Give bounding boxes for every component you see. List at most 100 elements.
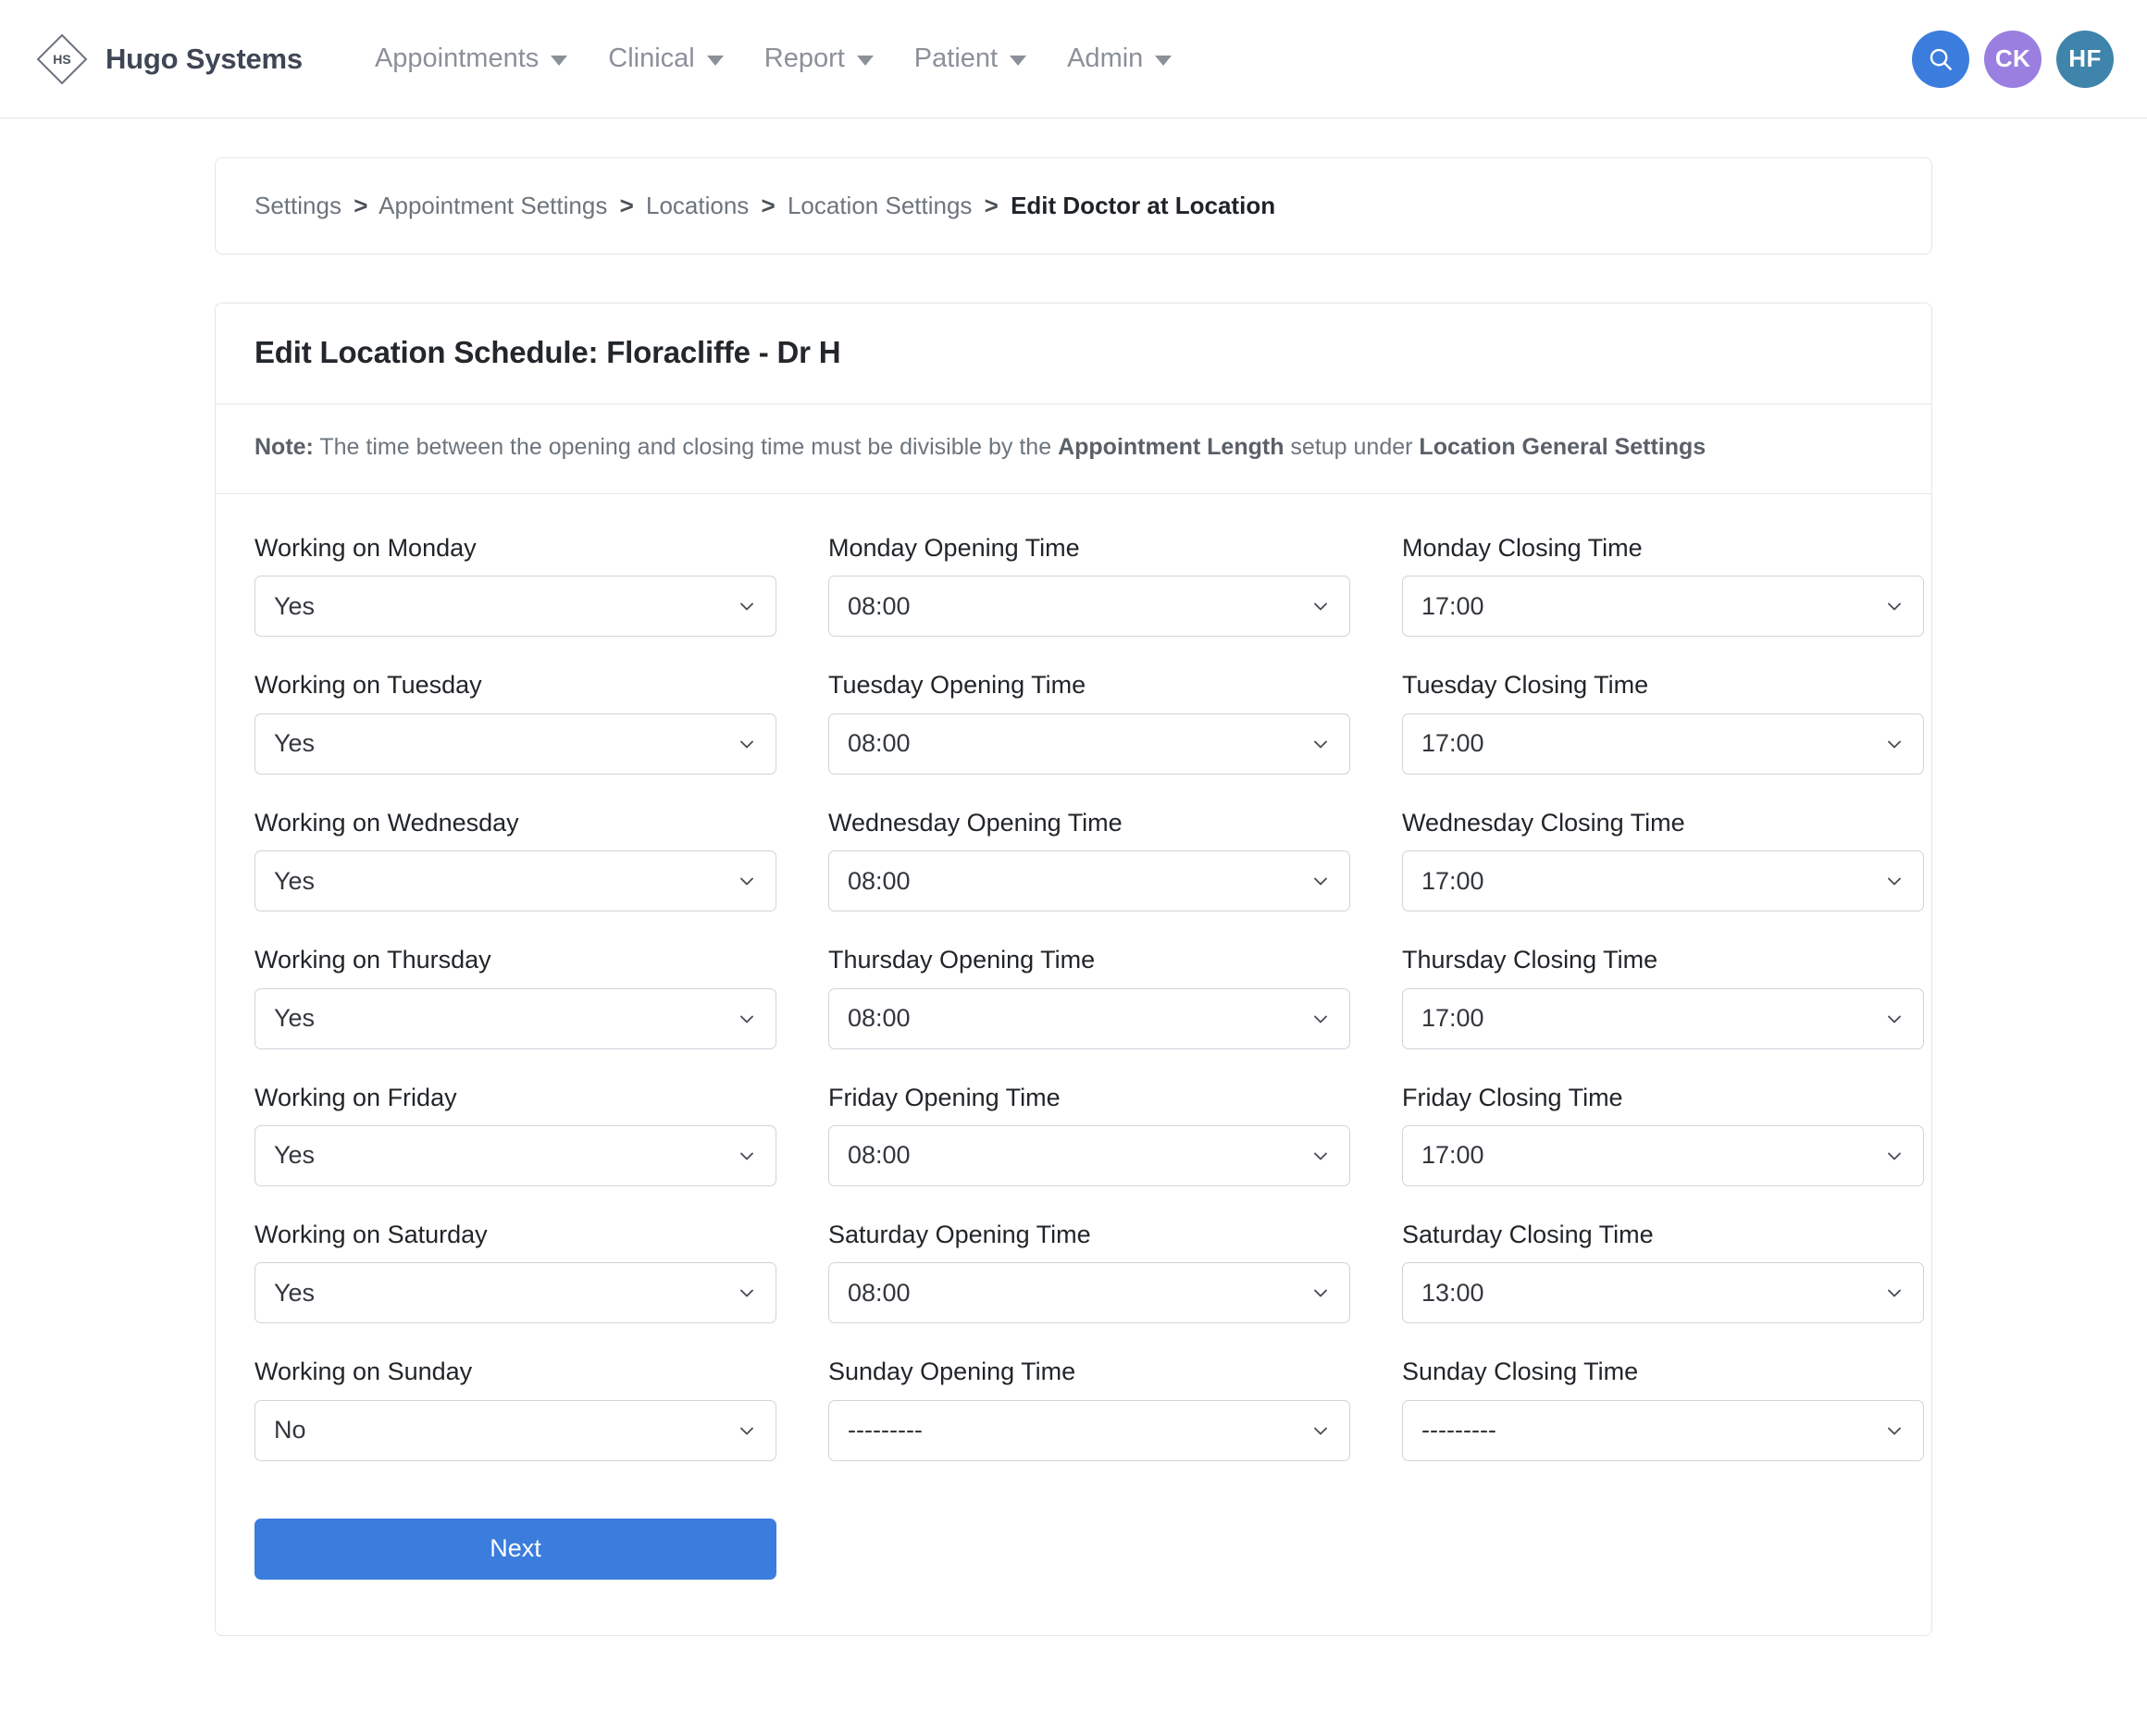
select-thursday-closing-time[interactable]: 17:00 <box>1402 988 1924 1049</box>
nav-item-report[interactable]: Report <box>744 34 894 83</box>
breadcrumb-card: Settings > Appointment Settings > Locati… <box>215 157 1932 254</box>
select-value: 17:00 <box>1421 594 1484 619</box>
field-label: Working on Monday <box>254 533 776 563</box>
chevron-down-icon <box>1884 1420 1905 1441</box>
field-working-on-saturday: Working on Saturday Yes <box>254 1220 776 1323</box>
field-label: Working on Saturday <box>254 1220 776 1249</box>
field-label: Wednesday Opening Time <box>828 808 1350 837</box>
select-value: Yes <box>274 1281 315 1306</box>
select-saturday-opening-time[interactable]: 08:00 <box>828 1262 1350 1323</box>
field-tuesday-closing-time: Tuesday Closing Time 17:00 <box>1402 670 1924 774</box>
field-label: Monday Closing Time <box>1402 533 1924 563</box>
breadcrumb-separator: > <box>354 192 367 219</box>
chevron-down-icon <box>737 734 757 754</box>
select-tuesday-opening-time[interactable]: 08:00 <box>828 713 1350 775</box>
nav-item-label: Admin <box>1067 43 1143 74</box>
avatar-hf[interactable]: HF <box>2056 31 2114 88</box>
chevron-down-icon <box>1310 734 1331 754</box>
nav-item-clinical[interactable]: Clinical <box>588 34 743 83</box>
select-value: 08:00 <box>848 869 911 894</box>
select-value: 17:00 <box>1421 869 1484 894</box>
select-value: Yes <box>274 869 315 894</box>
select-working-on-friday[interactable]: Yes <box>254 1125 776 1186</box>
nav-item-appointments[interactable]: Appointments <box>354 34 588 83</box>
chevron-down-icon <box>1310 871 1331 891</box>
chevron-down-icon <box>1884 871 1905 891</box>
avatar-initials: HF <box>2068 44 2101 73</box>
field-working-on-sunday: Working on Sunday No <box>254 1357 776 1460</box>
field-thursday-opening-time: Thursday Opening Time 08:00 <box>828 945 1350 1048</box>
chevron-down-icon <box>1155 56 1172 66</box>
note-bold-appointment-length: Appointment Length <box>1058 434 1284 460</box>
select-value: 13:00 <box>1421 1281 1484 1306</box>
chevron-down-icon <box>737 596 757 616</box>
note-text: Note: The time between the opening and c… <box>254 432 1893 464</box>
schedule-form: Working on Monday Yes Monday Opening Tim… <box>216 494 1931 1635</box>
chevron-down-icon <box>1310 1009 1331 1029</box>
field-label: Friday Opening Time <box>828 1083 1350 1112</box>
select-thursday-opening-time[interactable]: 08:00 <box>828 988 1350 1049</box>
select-working-on-sunday[interactable]: No <box>254 1400 776 1461</box>
select-working-on-wednesday[interactable]: Yes <box>254 850 776 911</box>
field-saturday-opening-time: Saturday Opening Time 08:00 <box>828 1220 1350 1323</box>
chevron-down-icon <box>551 56 567 66</box>
nav-item-patient[interactable]: Patient <box>894 34 1047 83</box>
select-working-on-monday[interactable]: Yes <box>254 576 776 637</box>
field-working-on-wednesday: Working on Wednesday Yes <box>254 808 776 911</box>
field-wednesday-closing-time: Wednesday Closing Time 17:00 <box>1402 808 1924 911</box>
breadcrumb-item-settings[interactable]: Settings <box>254 192 341 219</box>
select-saturday-closing-time[interactable]: 13:00 <box>1402 1262 1924 1323</box>
select-sunday-opening-time[interactable]: --------- <box>828 1400 1350 1461</box>
nav-item-admin[interactable]: Admin <box>1047 34 1192 83</box>
field-label: Saturday Closing Time <box>1402 1220 1924 1249</box>
select-friday-opening-time[interactable]: 08:00 <box>828 1125 1350 1186</box>
chevron-down-icon <box>1310 596 1331 616</box>
field-friday-opening-time: Friday Opening Time 08:00 <box>828 1083 1350 1186</box>
select-working-on-saturday[interactable]: Yes <box>254 1262 776 1323</box>
breadcrumb-item-appointment-settings[interactable]: Appointment Settings <box>379 192 607 219</box>
select-value: 08:00 <box>848 731 911 756</box>
chevron-down-icon <box>1310 1146 1331 1166</box>
avatar-ck[interactable]: CK <box>1984 31 2042 88</box>
select-monday-opening-time[interactable]: 08:00 <box>828 576 1350 637</box>
note-body-1: The time between the opening and closing… <box>314 434 1058 460</box>
select-working-on-tuesday[interactable]: Yes <box>254 713 776 775</box>
search-icon <box>1927 45 1955 73</box>
breadcrumb-item-locations[interactable]: Locations <box>646 192 749 219</box>
field-label: Working on Sunday <box>254 1357 776 1386</box>
field-sunday-closing-time: Sunday Closing Time --------- <box>1402 1357 1924 1460</box>
chevron-down-icon <box>1884 1146 1905 1166</box>
breadcrumb-separator: > <box>762 192 776 219</box>
field-working-on-monday: Working on Monday Yes <box>254 533 776 637</box>
select-value: 08:00 <box>848 1281 911 1306</box>
breadcrumb: Settings > Appointment Settings > Locati… <box>254 192 1893 220</box>
note-banner: Note: The time between the opening and c… <box>216 404 1931 494</box>
top-navbar: HS Hugo Systems Appointments Clinical Re… <box>0 0 2147 118</box>
select-friday-closing-time[interactable]: 17:00 <box>1402 1125 1924 1186</box>
search-button[interactable] <box>1912 31 1969 88</box>
chevron-down-icon <box>737 1283 757 1303</box>
select-sunday-closing-time[interactable]: --------- <box>1402 1400 1924 1461</box>
chevron-down-icon <box>707 56 724 66</box>
nav-item-label: Clinical <box>608 43 694 74</box>
breadcrumb-item-location-settings[interactable]: Location Settings <box>788 192 972 219</box>
next-button[interactable]: Next <box>254 1519 776 1580</box>
select-working-on-thursday[interactable]: Yes <box>254 988 776 1049</box>
field-monday-closing-time: Monday Closing Time 17:00 <box>1402 533 1924 637</box>
select-value: Yes <box>274 1143 315 1168</box>
card-header: Edit Location Schedule: Floracliffe - Dr… <box>216 304 1931 404</box>
primary-nav: Appointments Clinical Report Patient Adm… <box>354 34 1192 83</box>
select-wednesday-closing-time[interactable]: 17:00 <box>1402 850 1924 911</box>
brand-logo[interactable]: HS Hugo Systems <box>33 31 303 88</box>
select-tuesday-closing-time[interactable]: 17:00 <box>1402 713 1924 775</box>
field-label: Friday Closing Time <box>1402 1083 1924 1112</box>
field-label: Tuesday Closing Time <box>1402 670 1924 700</box>
field-label: Thursday Closing Time <box>1402 945 1924 974</box>
select-value: 08:00 <box>848 594 911 619</box>
select-monday-closing-time[interactable]: 17:00 <box>1402 576 1924 637</box>
select-wednesday-opening-time[interactable]: 08:00 <box>828 850 1350 911</box>
select-value: 17:00 <box>1421 1143 1484 1168</box>
nav-item-label: Patient <box>914 43 998 74</box>
field-label: Sunday Opening Time <box>828 1357 1350 1386</box>
note-body-2: setup under <box>1284 434 1419 460</box>
